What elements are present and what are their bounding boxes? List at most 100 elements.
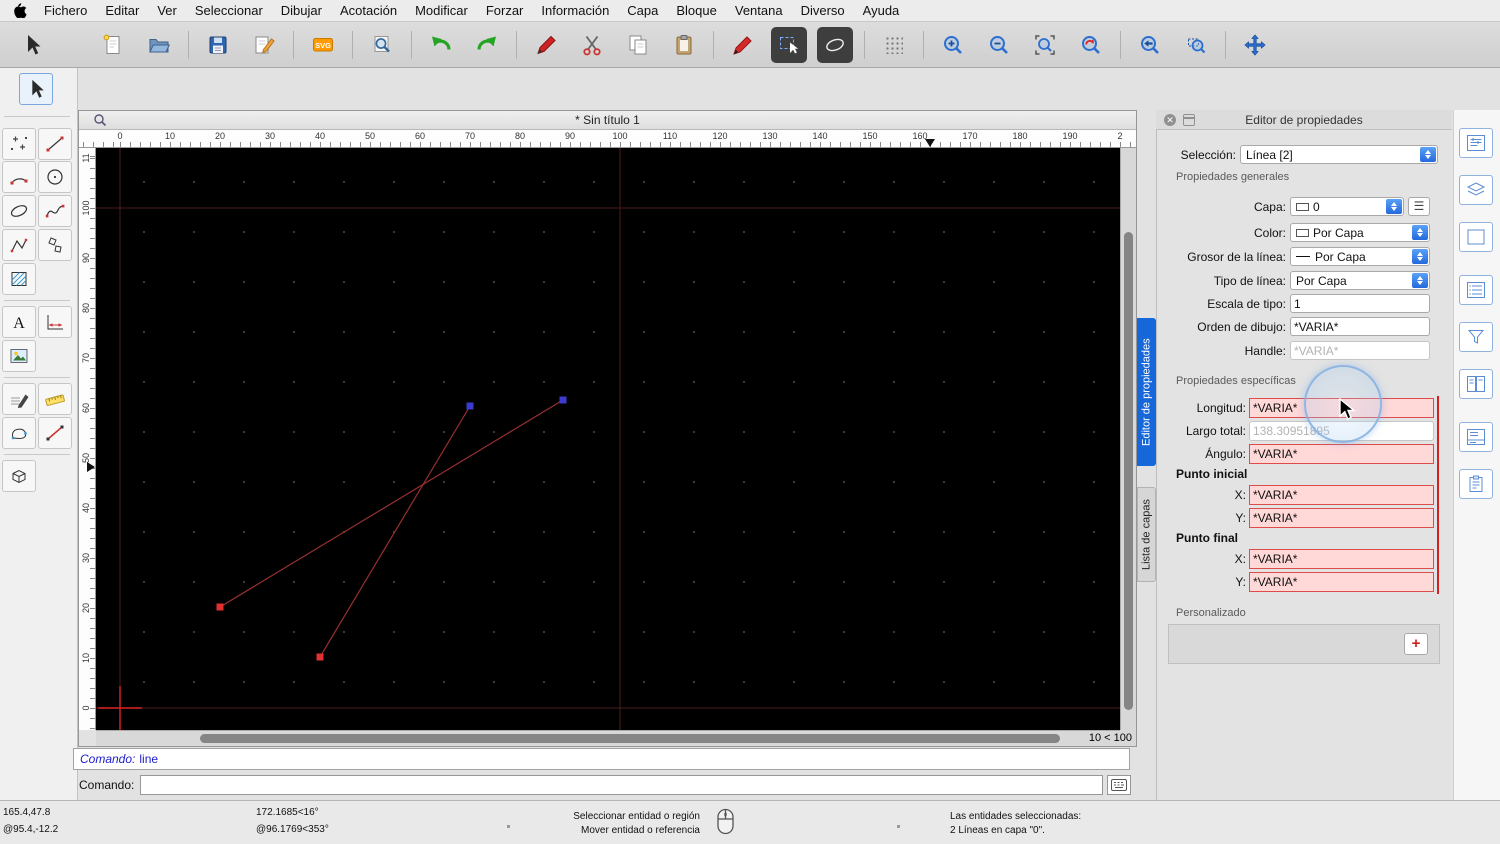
red-pen-icon <box>534 33 558 57</box>
linetype-scale-input[interactable] <box>1290 294 1430 313</box>
drawing-canvas[interactable] <box>96 148 1120 730</box>
box3d-tool-button[interactable] <box>2 460 36 492</box>
zoom-auto-button[interactable] <box>1027 27 1063 63</box>
layer-list-panel-button[interactable] <box>1459 175 1493 205</box>
redo-button[interactable] <box>469 27 505 63</box>
library-browser-panel-button[interactable] <box>1459 369 1493 399</box>
menu-item[interactable]: Acotación <box>331 3 406 18</box>
lineweight-dropdown[interactable]: Por Capa <box>1290 247 1430 266</box>
edit-drawing-button[interactable] <box>246 27 282 63</box>
select-entities-button[interactable] <box>771 27 807 63</box>
copy-button[interactable] <box>620 27 656 63</box>
image-tool-button[interactable] <box>2 340 36 372</box>
point-tool-button[interactable] <box>2 128 36 160</box>
save-file-button[interactable] <box>200 27 236 63</box>
selection-dropdown[interactable]: Línea [2] <box>1240 145 1438 164</box>
clipboard-panel-button[interactable] <box>1459 469 1493 499</box>
undo-button[interactable] <box>423 27 459 63</box>
circle-tool-button[interactable] <box>38 161 72 193</box>
menu-item[interactable]: Seleccionar <box>186 3 272 18</box>
zoom-out-button[interactable] <box>981 27 1017 63</box>
start-x-input[interactable] <box>1249 485 1434 505</box>
document-title: * Sin título 1 <box>79 113 1136 127</box>
menu-item[interactable]: Capa <box>618 3 667 18</box>
shape-tool-button[interactable] <box>2 417 36 449</box>
zoom-window-button[interactable] <box>1178 27 1214 63</box>
menu-item[interactable]: Dibujar <box>272 3 331 18</box>
command-history-panel-button[interactable] <box>1459 422 1493 452</box>
ellipse-tool-button[interactable] <box>2 195 36 227</box>
tab-layer-list[interactable]: Lista de capas <box>1137 487 1156 582</box>
zoom-in-button[interactable] <box>935 27 971 63</box>
color-dropdown[interactable]: Por Capa <box>1290 223 1430 242</box>
block-list-panel-button[interactable] <box>1459 222 1493 252</box>
start-y-input[interactable] <box>1249 508 1434 528</box>
layer-dropdown[interactable]: 0 <box>1290 197 1404 216</box>
dimension-tool-button[interactable] <box>38 306 72 338</box>
menu-item[interactable]: Forzar <box>477 3 533 18</box>
open-file-button[interactable] <box>141 27 177 63</box>
selection-arrow-button[interactable] <box>14 27 50 63</box>
menu-item[interactable]: Modificar <box>406 3 477 18</box>
document-titlebar[interactable]: * Sin título 1 <box>79 111 1136 130</box>
menu-item[interactable]: Fichero <box>35 3 96 18</box>
pointer-tool-button[interactable] <box>19 73 53 105</box>
arc-tool-button[interactable] <box>2 161 36 193</box>
end-y-input[interactable] <box>1249 572 1434 592</box>
spline-tool-button[interactable] <box>38 195 72 227</box>
apple-menu-icon[interactable] <box>14 3 27 18</box>
draw-order-input[interactable] <box>1290 317 1430 336</box>
menu-item[interactable]: Ver <box>148 3 186 18</box>
filter-panel-button[interactable] <box>1459 322 1493 352</box>
print-preview-button[interactable] <box>364 27 400 63</box>
horizontal-scrollbar-thumb[interactable] <box>200 734 1060 743</box>
angle-input[interactable] <box>1249 444 1434 464</box>
right-click-hint: Mover entidad o referencia <box>460 825 700 836</box>
cut-button[interactable] <box>574 27 610 63</box>
hatch-edit-tool-button[interactable] <box>2 383 36 415</box>
linetype-dropdown[interactable]: Por Capa <box>1290 271 1430 290</box>
polygon-tool-button[interactable] <box>38 229 72 261</box>
horizontal-scrollbar[interactable] <box>96 730 1120 746</box>
hatch-tool-button[interactable] <box>2 263 36 295</box>
length-label: Longitud: <box>1156 401 1246 415</box>
close-panel-icon[interactable]: ✕ <box>1164 114 1176 126</box>
menu-item[interactable]: Editar <box>96 3 148 18</box>
zoom-previous-button[interactable] <box>1132 27 1168 63</box>
redline-tool-button[interactable] <box>38 417 72 449</box>
svg-export-button[interactable]: SVG <box>305 27 341 63</box>
menu-item[interactable]: Ayuda <box>854 3 909 18</box>
zoom-redraw-button[interactable] <box>1073 27 1109 63</box>
draw-ellipse-button[interactable] <box>817 27 853 63</box>
point-tool-icon <box>8 134 30 154</box>
menu-item[interactable]: Diverso <box>792 3 854 18</box>
view-list-panel-button[interactable] <box>1459 275 1493 305</box>
text-tool-button[interactable]: A <box>2 306 36 338</box>
polyline-tool-button[interactable] <box>2 229 36 261</box>
menu-item[interactable]: Bloque <box>667 3 725 18</box>
application-window: FicheroEditarVerSeleccionarDibujarAcotac… <box>0 0 1500 844</box>
ruler-label: 110 <box>658 131 682 141</box>
menu-item[interactable]: Ventana <box>726 3 792 18</box>
new-file-button[interactable] <box>95 27 131 63</box>
paste-button[interactable] <box>666 27 702 63</box>
layer-menu-button[interactable]: ☰ <box>1408 197 1430 216</box>
command-input[interactable] <box>140 775 1103 795</box>
property-editor-header: ✕ Editor de propiedades <box>1156 110 1452 130</box>
vertical-scrollbar[interactable] <box>1120 148 1136 730</box>
delete-entity-button[interactable] <box>528 27 564 63</box>
measure-tool-button[interactable] <box>38 383 72 415</box>
tab-property-editor[interactable]: Editor de propiedades <box>1137 318 1156 466</box>
end-x-input[interactable] <box>1249 549 1434 569</box>
dock-panel-icon[interactable] <box>1183 114 1195 126</box>
menu-item[interactable]: Información <box>532 3 618 18</box>
line-tool-button[interactable] <box>38 128 72 160</box>
draw-pen-button[interactable] <box>725 27 761 63</box>
properties-panel-button[interactable] <box>1459 128 1493 158</box>
grid-toggle-button[interactable] <box>876 27 912 63</box>
add-custom-property-button[interactable]: + <box>1404 633 1428 655</box>
pan-button[interactable] <box>1237 27 1273 63</box>
command-keyboard-button[interactable] <box>1107 775 1131 795</box>
property-editor-title: Editor de propiedades <box>1156 113 1452 127</box>
vertical-scrollbar-thumb[interactable] <box>1124 232 1133 710</box>
